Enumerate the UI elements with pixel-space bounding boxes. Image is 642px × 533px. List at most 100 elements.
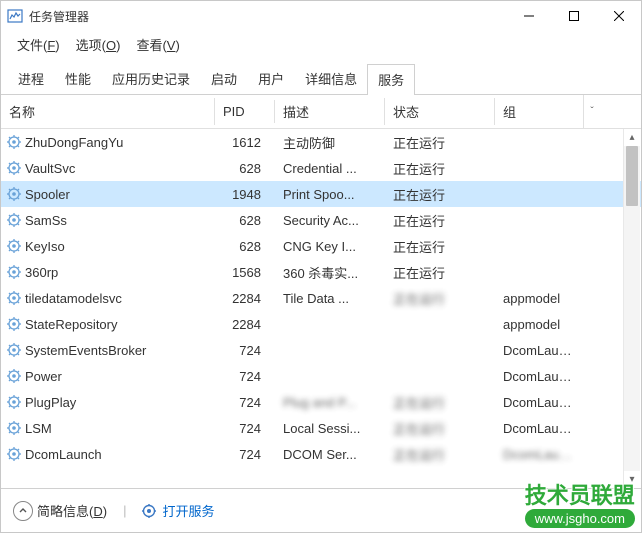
scroll-down-arrow-icon[interactable]: ▾	[624, 471, 640, 488]
brief-info-link[interactable]: 简略信息(D)	[37, 501, 107, 520]
window-title: 任务管理器	[29, 8, 506, 25]
column-header-group[interactable]: 组	[495, 98, 583, 125]
service-row[interactable]: VaultSvc 628Credential ...正在运行	[1, 155, 641, 181]
service-name-cell: ZhuDongFangYu	[1, 135, 215, 150]
service-name-cell: 360rp	[1, 265, 215, 280]
service-name: Power	[25, 369, 62, 384]
service-pid: 628	[215, 161, 275, 176]
maximize-button[interactable]	[551, 1, 596, 31]
service-name: DcomLaunch	[25, 447, 102, 462]
service-description: Tile Data ...	[275, 291, 385, 306]
service-row[interactable]: LSM724Local Sessi...正在运行DcomLaun...	[1, 415, 641, 441]
service-name: VaultSvc	[25, 161, 75, 176]
service-description: 主动防御	[275, 133, 385, 152]
service-row[interactable]: KeyIso628CNG Key I...正在运行	[1, 233, 641, 259]
service-row[interactable]: PlugPlay724Plug and P...正在运行DcomLaun...	[1, 389, 641, 415]
tab-services[interactable]: 服务	[367, 64, 415, 95]
gear-icon	[7, 291, 21, 305]
service-name: SamSs	[25, 213, 67, 228]
tab-users[interactable]: 用户	[247, 63, 295, 94]
column-header-pid[interactable]: PID	[215, 100, 275, 123]
tab-processes[interactable]: 进程	[7, 63, 55, 94]
menu-view[interactable]: 查看(V)	[128, 31, 187, 58]
service-row[interactable]: SamSs628Security Ac...正在运行	[1, 207, 641, 233]
service-name: 360rp	[25, 265, 58, 280]
tab-performance[interactable]: 性能	[54, 63, 102, 94]
service-name-cell: SystemEventsBroker	[1, 343, 215, 358]
service-description: DCOM Ser...	[275, 447, 385, 462]
tab-startup[interactable]: 启动	[200, 63, 248, 94]
column-header-description[interactable]: 描述	[275, 98, 385, 125]
service-pid: 724	[215, 343, 275, 358]
service-pid: 628	[215, 213, 275, 228]
open-services-link[interactable]: 打开服务	[162, 501, 214, 520]
close-button[interactable]	[596, 1, 641, 31]
column-header-row: 名称 PID 描述 状态 组 ˇ	[1, 95, 641, 129]
scroll-up-arrow-icon[interactable]: ▴	[624, 129, 640, 146]
service-name: LSM	[25, 421, 52, 436]
service-pid: 724	[215, 447, 275, 462]
service-row[interactable]: StateRepository2284appmodel	[1, 311, 641, 337]
tab-app-history[interactable]: 应用历史记录	[101, 63, 201, 94]
scroll-up-icon[interactable]: ˇ	[583, 95, 600, 128]
service-name-cell: StateRepository	[1, 317, 215, 332]
service-row[interactable]: DcomLaunch724DCOM Ser...正在运行DcomLaun...	[1, 441, 641, 467]
column-header-name[interactable]: 名称	[1, 98, 215, 125]
service-status: 正在运行	[385, 159, 495, 178]
gear-icon	[7, 317, 21, 331]
service-description: Plug and P...	[275, 395, 385, 410]
minimize-button[interactable]	[506, 1, 551, 31]
service-status: 正在运行	[385, 419, 495, 438]
service-name-cell: SamSs	[1, 213, 215, 228]
service-description: Credential ...	[275, 161, 385, 176]
menu-options[interactable]: 选项(O)	[68, 31, 129, 58]
service-description: Print Spoo...	[275, 187, 385, 202]
tab-details[interactable]: 详细信息	[294, 63, 368, 94]
service-name-cell: LSM	[1, 421, 215, 436]
gear-icon	[7, 343, 21, 357]
service-row[interactable]: tiledatamodelsvc2284Tile Data ...正在运行app…	[1, 285, 641, 311]
service-row[interactable]: ZhuDongFangYu1612主动防御正在运行	[1, 129, 641, 155]
collapse-button[interactable]	[13, 501, 33, 521]
service-description: 360 杀毒实...	[275, 263, 385, 282]
service-group: DcomLaun...	[495, 369, 583, 384]
service-name: SystemEventsBroker	[25, 343, 146, 358]
service-status: 正在运行	[385, 211, 495, 230]
service-pid: 1948	[215, 187, 275, 202]
service-name-cell: VaultSvc	[1, 161, 215, 176]
service-name: KeyIso	[25, 239, 65, 254]
service-description: Local Sessi...	[275, 421, 385, 436]
gear-icon	[7, 239, 21, 253]
service-status: 正在运行	[385, 445, 495, 464]
service-status: 正在运行	[385, 263, 495, 282]
service-row[interactable]: 360rp1568360 杀毒实...正在运行	[1, 259, 641, 285]
service-name: PlugPlay	[25, 395, 76, 410]
service-name-cell: Power	[1, 369, 215, 384]
services-panel: 名称 PID 描述 状态 组 ˇ ZhuDongFangYu1612主动防御正在…	[1, 95, 641, 488]
service-row[interactable]: SystemEventsBroker 724 DcomLaun...	[1, 337, 641, 363]
service-group: DcomLaun...	[495, 395, 583, 410]
service-status: 正在运行	[385, 289, 495, 308]
service-group: DcomLaun...	[495, 421, 583, 436]
app-icon	[7, 8, 23, 24]
vertical-scrollbar[interactable]: ▴ ▾	[623, 129, 640, 488]
service-status: 正在运行	[385, 185, 495, 204]
scrollbar-thumb[interactable]	[626, 146, 638, 206]
service-pid: 724	[215, 369, 275, 384]
menu-file[interactable]: 文件(F)	[9, 31, 68, 58]
gear-icon	[7, 265, 21, 279]
column-header-status[interactable]: 状态	[385, 98, 495, 125]
gear-icon	[7, 447, 21, 461]
service-pid: 1612	[215, 135, 275, 150]
service-name: StateRepository	[25, 317, 118, 332]
service-group: DcomLaun...	[495, 343, 583, 358]
gear-icon	[7, 395, 21, 409]
service-group: appmodel	[495, 317, 583, 332]
service-pid: 2284	[215, 291, 275, 306]
service-name: ZhuDongFangYu	[25, 135, 123, 150]
service-pid: 628	[215, 239, 275, 254]
gear-icon	[7, 213, 21, 227]
service-row[interactable]: Spooler1948Print Spoo...正在运行	[1, 181, 641, 207]
service-name-cell: PlugPlay	[1, 395, 215, 410]
service-row[interactable]: Power 724 DcomLaun...	[1, 363, 641, 389]
